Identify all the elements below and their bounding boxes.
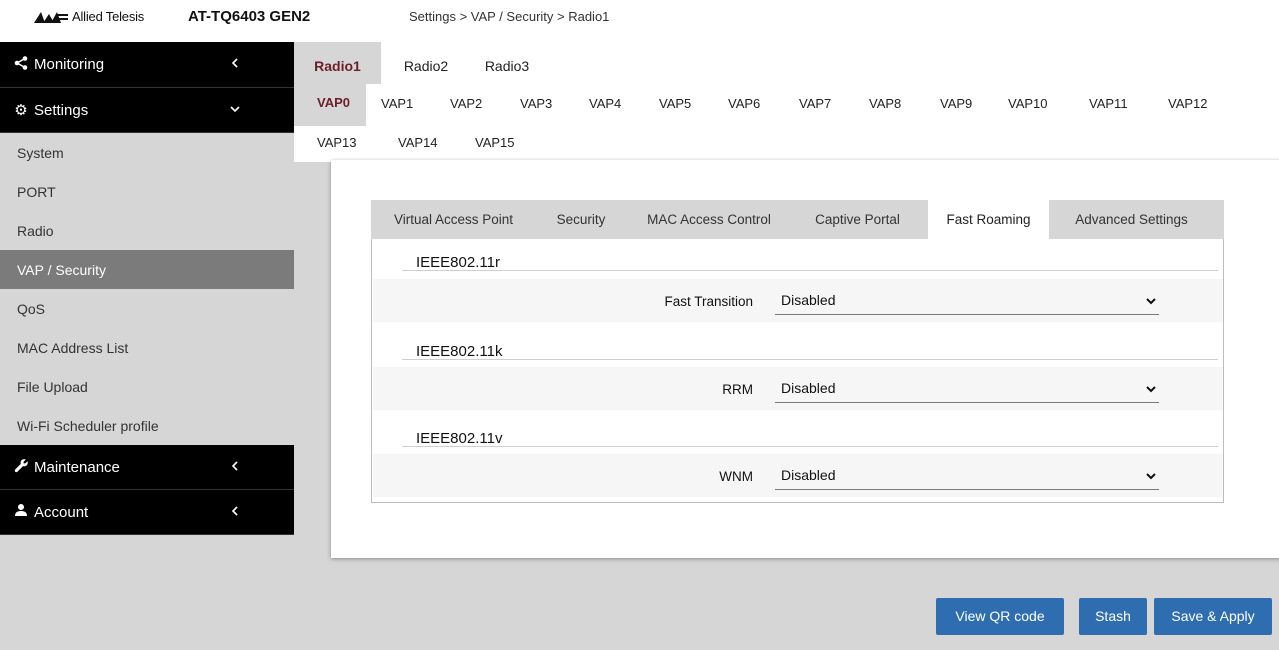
allied-telesis-logo-icon (34, 11, 68, 23)
tab-vap10[interactable]: VAP10 (1008, 96, 1048, 111)
sidebar-item-maintenance[interactable]: Maintenance (0, 445, 294, 490)
sidebar-item-monitoring[interactable]: Monitoring (0, 42, 294, 88)
vap-tab-bar: VAP0 VAP1 VAP2 VAP3 VAP4 VAP5 VAP6 VAP7 … (294, 84, 1279, 162)
view-qr-code-button[interactable]: View QR code (936, 598, 1064, 635)
divider (402, 359, 1218, 360)
tab-vap7[interactable]: VAP7 (799, 96, 831, 111)
tab-vap1[interactable]: VAP1 (381, 96, 413, 111)
gear-icon: ⚙ (14, 102, 28, 119)
tab-vap2[interactable]: VAP2 (450, 96, 482, 111)
user-icon (12, 503, 30, 521)
divider (402, 270, 1218, 271)
sidebar-item-port[interactable]: PORT (0, 172, 294, 211)
brand-name: Allied Telesis (72, 9, 145, 24)
sidebar-item-wifi-scheduler-profile[interactable]: Wi-Fi Scheduler profile (0, 406, 294, 445)
sidebar-item-settings[interactable]: ⚙ Settings (0, 88, 294, 133)
select-value: Disabled (781, 380, 836, 396)
chevron-left-icon (231, 461, 238, 471)
tab-radio1[interactable]: Radio1 (294, 42, 381, 84)
settings-panel: Virtual Access Point Security MAC Access… (331, 160, 1279, 558)
chevron-down-icon (1146, 298, 1156, 305)
tab-vap5[interactable]: VAP5 (659, 96, 691, 111)
sub-tab-bar: Virtual Access Point Security MAC Access… (371, 200, 1224, 239)
tab-radio2[interactable]: Radio2 (391, 42, 461, 84)
chevron-left-icon (231, 506, 238, 516)
tab-radio3[interactable]: Radio3 (471, 42, 543, 84)
tab-security[interactable]: Security (542, 200, 620, 239)
tab-vap4[interactable]: VAP4 (589, 96, 621, 111)
sidebar-item-qos[interactable]: QoS (0, 289, 294, 328)
tab-advanced-settings[interactable]: Advanced Settings (1053, 200, 1210, 239)
section-title-80211v: IEEE802.11v (416, 430, 503, 447)
field-row-wnm: WNM Disabled (373, 454, 1223, 497)
wnm-select[interactable]: Disabled (775, 460, 1159, 490)
sidebar: Monitoring ⚙ Settings System PORT Radio … (0, 42, 294, 650)
tab-virtual-access-point[interactable]: Virtual Access Point (371, 200, 536, 239)
tab-vap12[interactable]: VAP12 (1168, 96, 1208, 111)
tab-vap0[interactable]: VAP0 (294, 84, 366, 126)
breadcrumb: Settings > VAP / Security > Radio1 (409, 9, 610, 24)
wrench-icon (12, 458, 30, 477)
tab-captive-portal[interactable]: Captive Portal (792, 200, 923, 239)
sidebar-item-file-upload[interactable]: File Upload (0, 367, 294, 406)
tab-vap13[interactable]: VAP13 (317, 135, 357, 150)
chevron-left-icon (231, 58, 238, 68)
select-value: Disabled (781, 467, 836, 483)
chevron-down-icon (230, 106, 240, 113)
tab-vap3[interactable]: VAP3 (520, 96, 552, 111)
tab-vap8[interactable]: VAP8 (869, 96, 901, 111)
logo: Allied Telesis (34, 9, 144, 24)
sidebar-item-label: Maintenance (34, 458, 120, 476)
section-title-80211k: IEEE802.11k (416, 343, 503, 360)
top-header: Allied Telesis AT-TQ6403 GEN2 Settings >… (0, 0, 1279, 34)
main-content: Radio1 Radio2 Radio3 VAP0 VAP1 VAP2 VAP3… (294, 42, 1279, 650)
section-title-80211r: IEEE802.11r (416, 254, 500, 271)
rrm-label: RRM (722, 382, 753, 397)
fast-transition-select[interactable]: Disabled (775, 285, 1159, 315)
sidebar-item-label: Settings (34, 101, 89, 119)
sidebar-item-radio[interactable]: Radio (0, 211, 294, 250)
field-row-rrm: RRM Disabled (373, 367, 1223, 410)
share-icon (12, 55, 30, 74)
sidebar-item-vap-security[interactable]: VAP / Security (0, 250, 294, 289)
tab-fast-roaming[interactable]: Fast Roaming (928, 200, 1049, 239)
tab-vap6[interactable]: VAP6 (728, 96, 760, 111)
save-and-apply-button[interactable]: Save & Apply (1154, 598, 1272, 635)
fast-transition-label: Fast Transition (664, 294, 753, 309)
rrm-select[interactable]: Disabled (775, 373, 1159, 403)
divider (402, 446, 1218, 447)
field-row-fast-transition: Fast Transition Disabled (373, 279, 1223, 322)
sidebar-item-account[interactable]: Account (0, 490, 294, 535)
tab-vap11[interactable]: VAP11 (1089, 96, 1128, 111)
select-value: Disabled (781, 292, 836, 308)
stash-button[interactable]: Stash (1079, 598, 1147, 635)
device-model: AT-TQ6403 GEN2 (188, 8, 311, 25)
tab-mac-access-control[interactable]: MAC Access Control (630, 200, 788, 239)
tab-vap14[interactable]: VAP14 (398, 135, 438, 150)
sidebar-item-label: Account (34, 503, 89, 521)
sidebar-item-label: Monitoring (34, 56, 105, 73)
chevron-down-icon (1146, 473, 1156, 480)
wnm-label: WNM (719, 469, 753, 484)
sidebar-item-mac-address-list[interactable]: MAC Address List (0, 328, 294, 367)
radio-tab-bar: Radio1 Radio2 Radio3 (294, 42, 1279, 84)
chevron-down-icon (1146, 386, 1156, 393)
tab-vap15[interactable]: VAP15 (475, 135, 515, 150)
fast-roaming-panel: IEEE802.11r Fast Transition Disabled IEE… (371, 239, 1224, 503)
tab-vap9[interactable]: VAP9 (940, 96, 972, 111)
sidebar-item-system[interactable]: System (0, 133, 294, 172)
